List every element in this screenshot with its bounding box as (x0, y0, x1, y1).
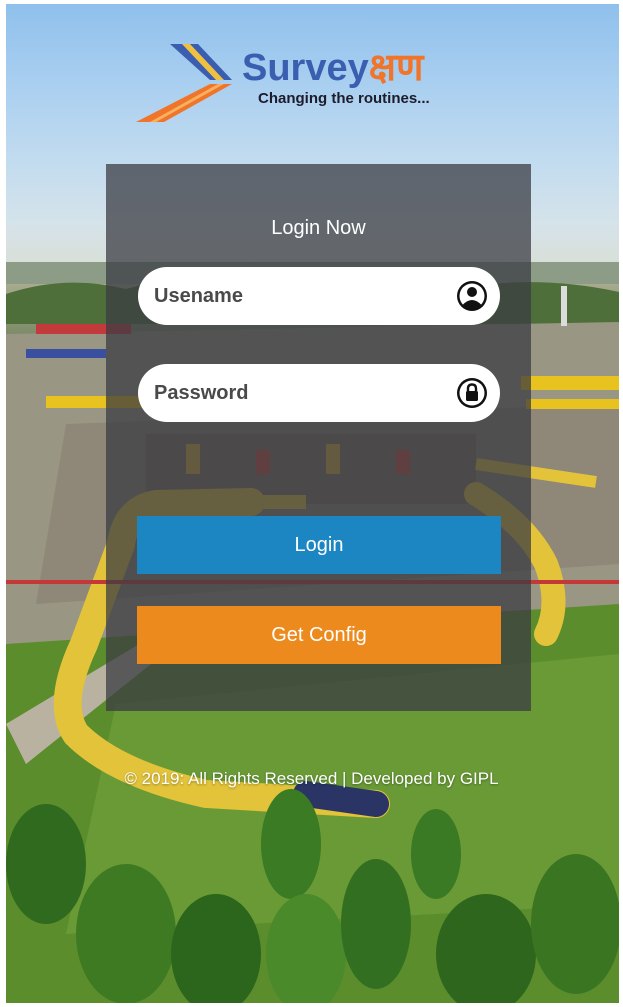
brand-tagline: Changing the routines... (258, 90, 430, 107)
user-circle-icon (457, 281, 487, 311)
password-input[interactable] (154, 364, 434, 422)
login-card: Login Now Login Get Config (106, 164, 531, 711)
logo-chevron-icon (136, 44, 232, 122)
brand-wordmark: Surveyक्षण (242, 46, 423, 90)
footer-copyright: © 2019: All Rights Reserved | Developed … (124, 769, 499, 788)
card-title: Login Now (271, 217, 366, 239)
username-input[interactable] (154, 267, 434, 325)
lock-icon (457, 378, 487, 408)
login-screen: Surveyक्षण Changing the routines... Logi… (0, 0, 623, 1007)
username-field[interactable] (138, 267, 500, 325)
brand-devanagari: क्षण (368, 47, 424, 89)
get-config-button[interactable]: Get Config (137, 606, 501, 664)
brand-latin: Survey (242, 47, 369, 89)
login-button[interactable]: Login (137, 516, 501, 574)
app-logo: Surveyक्षण Changing the routines... (136, 44, 466, 124)
password-field[interactable] (138, 364, 500, 422)
